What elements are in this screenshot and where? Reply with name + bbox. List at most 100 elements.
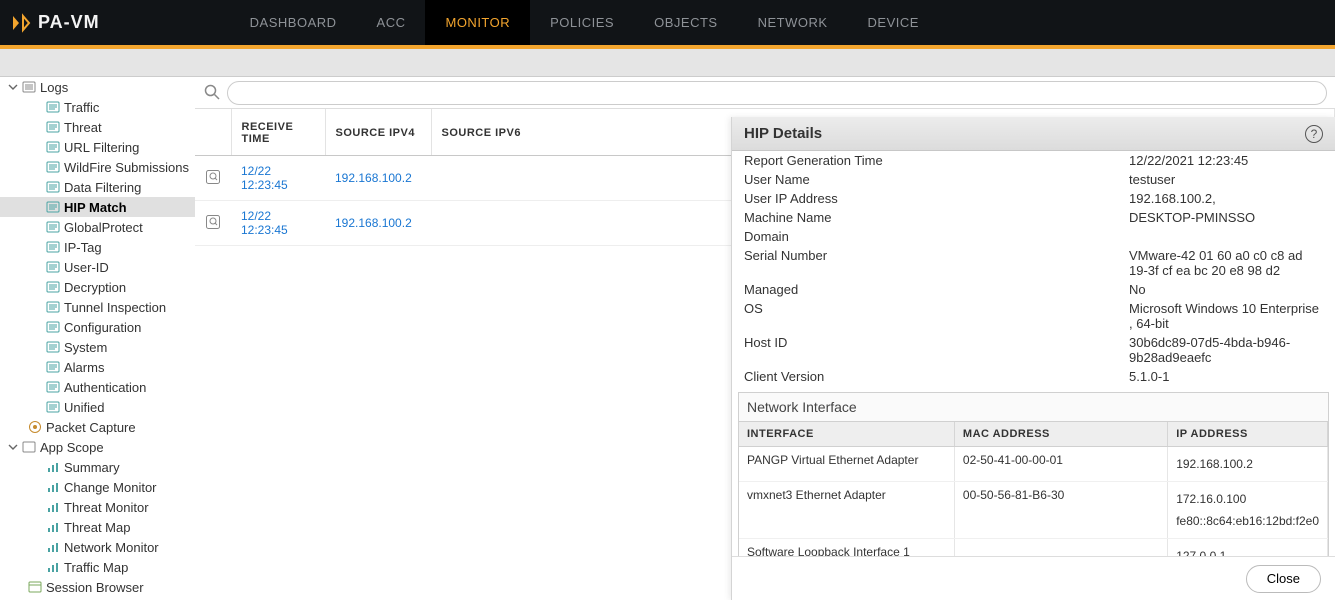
- cell-ip: 192.168.100.2: [1168, 447, 1328, 482]
- cell-interface: Software Loopback Interface 1: [739, 539, 954, 557]
- filter-input[interactable]: [227, 81, 1327, 105]
- brand-logo: PA-VM: [10, 12, 100, 34]
- ip-value: fe80::8c64:eb16:12bd:f2e0: [1176, 510, 1319, 532]
- column-header[interactable]: MAC ADDRESS: [954, 422, 1167, 447]
- help-icon[interactable]: ?: [1305, 125, 1323, 143]
- sidebar: Logs Traffic Threat URL Filtering WildFire …: [0, 77, 195, 600]
- table-row: vmxnet3 Ethernet Adapter00-50-56-81-B6-3…: [739, 482, 1328, 539]
- sidebar-item-globalprotect[interactable]: GlobalProtect: [0, 217, 195, 237]
- cell-receive-time: 12/22 12:23:45: [231, 156, 325, 201]
- sidebar-item-label: Configuration: [64, 320, 141, 335]
- row-detail-icon[interactable]: [195, 156, 231, 201]
- column-header[interactable]: INTERFACE: [739, 422, 954, 447]
- sidebar-item-network-monitor[interactable]: Network Monitor: [0, 537, 195, 557]
- log-type-icon: [46, 260, 60, 274]
- sidebar-item-tunnel-inspection[interactable]: Tunnel Inspection: [0, 297, 195, 317]
- sidebar-item-user-id[interactable]: User-ID: [0, 257, 195, 277]
- hip-details-title: HIP Details: [744, 125, 822, 142]
- column-header[interactable]: [195, 109, 231, 156]
- sidebar-item-configuration[interactable]: Configuration: [0, 317, 195, 337]
- sidebar-item-alarms[interactable]: Alarms: [0, 357, 195, 377]
- scope-icon: [46, 540, 60, 554]
- field-label: OS: [744, 301, 1129, 331]
- sidebar-item-label: Alarms: [64, 360, 104, 375]
- log-type-icon: [46, 360, 60, 374]
- log-type-icon: [46, 120, 60, 134]
- column-header[interactable]: SOURCE IPV4: [325, 109, 431, 156]
- sidebar-item-packet-capture[interactable]: Packet Capture: [0, 417, 195, 437]
- log-type-icon: [46, 300, 60, 314]
- field-label: Machine Name: [744, 210, 1129, 225]
- main-nav: DASHBOARDACCMONITORPOLICIESOBJECTSNETWOR…: [230, 0, 939, 45]
- sidebar-item-wildfire-submissions[interactable]: WildFire Submissions: [0, 157, 195, 177]
- sub-toolbar: [0, 49, 1335, 77]
- cell-source-ipv4: 192.168.100.2: [325, 201, 431, 246]
- cell-mac: [954, 539, 1167, 557]
- sidebar-item-threat-map[interactable]: Threat Map: [0, 517, 195, 537]
- sidebar-group-appscope[interactable]: App Scope: [0, 437, 195, 457]
- sidebar-item-change-monitor[interactable]: Change Monitor: [0, 477, 195, 497]
- log-type-icon: [46, 180, 60, 194]
- sidebar-item-data-filtering[interactable]: Data Filtering: [0, 177, 195, 197]
- appscope-group-icon: [22, 440, 36, 454]
- sidebar-item-decryption[interactable]: Decryption: [0, 277, 195, 297]
- row-detail-icon[interactable]: [195, 201, 231, 246]
- field-label: Host ID: [744, 335, 1129, 365]
- sidebar-item-threat[interactable]: Threat: [0, 117, 195, 137]
- field-label: Report Generation Time: [744, 153, 1129, 168]
- tab-network[interactable]: NETWORK: [738, 0, 848, 45]
- sidebar-group-logs[interactable]: Logs: [0, 77, 195, 97]
- sidebar-item-system[interactable]: System: [0, 337, 195, 357]
- tab-objects[interactable]: OBJECTS: [634, 0, 737, 45]
- scope-icon: [46, 520, 60, 534]
- sidebar-item-unified[interactable]: Unified: [0, 397, 195, 417]
- cell-mac: 00-50-56-81-B6-30: [954, 482, 1167, 539]
- field-value: Microsoft Windows 10 Enterprise , 64-bit: [1129, 301, 1323, 331]
- cell-interface: PANGP Virtual Ethernet Adapter: [739, 447, 954, 482]
- log-type-icon: [46, 220, 60, 234]
- sidebar-item-label: Threat: [64, 120, 102, 135]
- tab-monitor[interactable]: MONITOR: [425, 0, 530, 45]
- sidebar-item-traffic[interactable]: Traffic: [0, 97, 195, 117]
- sidebar-item-authentication[interactable]: Authentication: [0, 377, 195, 397]
- sidebar-item-label: Unified: [64, 400, 104, 415]
- ip-value: 192.168.100.2: [1176, 453, 1319, 475]
- content-area: RECEIVE TIMESOURCE IPV4SOURCE IPV6 12/22…: [195, 77, 1335, 600]
- sidebar-item-url-filtering[interactable]: URL Filtering: [0, 137, 195, 157]
- sidebar-item-label: GlobalProtect: [64, 220, 143, 235]
- close-button[interactable]: Close: [1246, 565, 1321, 593]
- log-type-icon: [46, 340, 60, 354]
- sidebar-item-label: IP-Tag: [64, 240, 102, 255]
- sidebar-item-label: User-ID: [64, 260, 109, 275]
- field-value: No: [1129, 282, 1323, 297]
- sidebar-item-label: Authentication: [64, 380, 146, 395]
- tab-policies[interactable]: POLICIES: [530, 0, 634, 45]
- cell-ip: 127.0.0.1::1: [1168, 539, 1328, 557]
- log-type-icon: [46, 240, 60, 254]
- log-type-icon: [46, 200, 60, 214]
- cell-receive-time: 12/22 12:23:45: [231, 201, 325, 246]
- column-header[interactable]: IP ADDRESS: [1168, 422, 1328, 447]
- sidebar-item-threat-monitor[interactable]: Threat Monitor: [0, 497, 195, 517]
- log-type-icon: [46, 100, 60, 114]
- tab-acc[interactable]: ACC: [357, 0, 426, 45]
- sidebar-item-ip-tag[interactable]: IP-Tag: [0, 237, 195, 257]
- log-type-icon: [46, 320, 60, 334]
- hip-details-body: Report Generation Time12/22/2021 12:23:4…: [732, 151, 1335, 556]
- sidebar-item-traffic-map[interactable]: Traffic Map: [0, 557, 195, 577]
- ip-value: 127.0.0.1: [1176, 545, 1319, 556]
- top-bar: PA-VM DASHBOARDACCMONITORPOLICIESOBJECTS…: [0, 0, 1335, 45]
- tab-dashboard[interactable]: DASHBOARD: [230, 0, 357, 45]
- sidebar-item-summary[interactable]: Summary: [0, 457, 195, 477]
- sidebar-item-hip-match[interactable]: HIP Match: [0, 197, 195, 217]
- column-header[interactable]: RECEIVE TIME: [231, 109, 325, 156]
- sidebar-group-logs-label: Logs: [40, 80, 68, 95]
- sidebar-item-label: WildFire Submissions: [64, 160, 189, 175]
- hip-details-header: HIP Details ?: [732, 117, 1335, 151]
- hip-details-panel: HIP Details ? Report Generation Time12/2…: [731, 117, 1335, 600]
- log-type-icon: [46, 380, 60, 394]
- sidebar-item-session-browser[interactable]: Session Browser: [0, 577, 195, 597]
- sidebar-item-label: Decryption: [64, 280, 126, 295]
- tab-device[interactable]: DEVICE: [848, 0, 939, 45]
- sidebar-group-appscope-label: App Scope: [40, 440, 104, 455]
